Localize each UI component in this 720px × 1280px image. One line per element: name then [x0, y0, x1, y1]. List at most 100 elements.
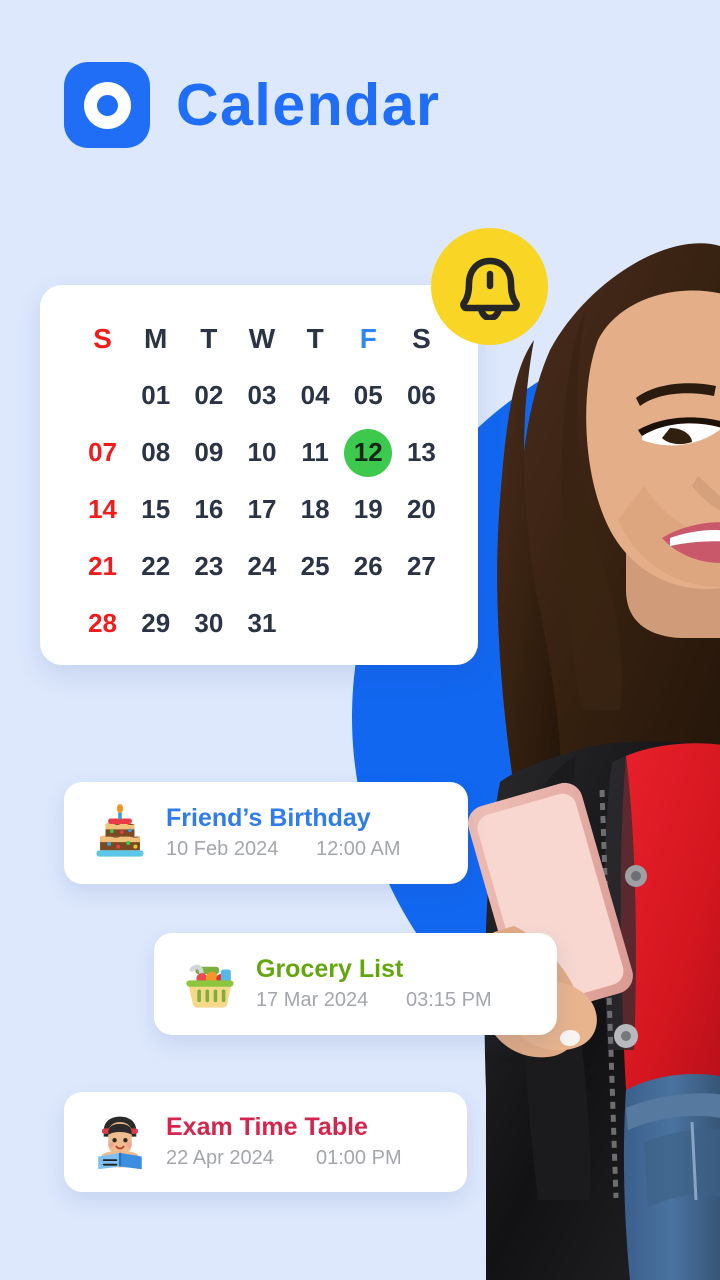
- calendar-day-11[interactable]: 11: [289, 424, 342, 481]
- app-header: Calendar: [64, 62, 440, 148]
- notification-bell-badge[interactable]: [431, 228, 548, 345]
- calendar-day-label: 31: [247, 608, 277, 638]
- calendar-day-14[interactable]: 14: [76, 481, 129, 538]
- calendar-day-30[interactable]: 30: [182, 595, 235, 652]
- event-time: 03:15 PM: [406, 988, 492, 1011]
- calendar-day-03[interactable]: 03: [235, 367, 288, 424]
- event-title: Grocery List: [256, 955, 404, 984]
- calendar-day-label: 02: [194, 380, 224, 410]
- calendar-day-label: 28: [88, 608, 118, 638]
- calendar-day-28[interactable]: 28: [76, 595, 129, 652]
- event-details: Grocery List 17 Mar 2024 03:15 PM: [256, 956, 557, 1011]
- birthday-cake-icon: [74, 804, 166, 862]
- logo-ring-outer: [83, 81, 131, 129]
- event-meta: 22 Apr 2024 01:00 PM: [166, 1147, 451, 1170]
- calendar-day-25[interactable]: 25: [289, 538, 342, 595]
- calendar-day-23[interactable]: 23: [182, 538, 235, 595]
- calendar-day-07[interactable]: 07: [76, 424, 129, 481]
- calendar-day-label: 05: [353, 380, 383, 410]
- event-title: Friend’s Birthday: [166, 804, 371, 833]
- event-date: 10 Feb 2024: [166, 837, 279, 860]
- calendar-day-09[interactable]: 09: [182, 424, 235, 481]
- weekday-header-4: T: [306, 323, 324, 354]
- calendar-day-label: 18: [300, 494, 330, 524]
- calendar-day-label: 04: [300, 380, 330, 410]
- calendar-day-label: 27: [406, 551, 436, 581]
- calendar-day-21[interactable]: 21: [76, 538, 129, 595]
- calendar-day-15[interactable]: 15: [129, 481, 182, 538]
- calendar-day-01[interactable]: 01: [129, 367, 182, 424]
- calendar-day-label: 01: [141, 380, 171, 410]
- calendar-day-04[interactable]: 04: [289, 367, 342, 424]
- event-card-friends-birthday[interactable]: Friend’s Birthday 10 Feb 2024 12:00 AM: [64, 782, 468, 884]
- calendar-day-label: 19: [353, 494, 383, 524]
- calendar-day-label: 11: [301, 437, 329, 467]
- calendar-day-label: 15: [141, 494, 171, 524]
- event-time: 12:00 AM: [316, 837, 401, 860]
- calendar-day-label: 03: [247, 380, 277, 410]
- calendar-blank-cell: [76, 367, 129, 424]
- calendar-day-label: 20: [406, 494, 436, 524]
- event-card-exam-time-table[interactable]: Exam Time Table 22 Apr 2024 01:00 PM: [64, 1092, 467, 1192]
- event-meta: 17 Mar 2024 03:15 PM: [256, 989, 541, 1012]
- ring-logo-icon: [64, 62, 150, 148]
- calendar-day-02[interactable]: 02: [182, 367, 235, 424]
- calendar-day-label: 16: [194, 494, 224, 524]
- calendar-day-label: 12: [344, 428, 393, 477]
- calendar-day-29[interactable]: 29: [129, 595, 182, 652]
- calendar-day-26[interactable]: 26: [342, 538, 395, 595]
- calendar-day-label: 07: [88, 437, 118, 467]
- calendar-day-24[interactable]: 24: [235, 538, 288, 595]
- event-details: Friend’s Birthday 10 Feb 2024 12:00 AM: [166, 805, 468, 860]
- event-date: 17 Mar 2024: [256, 988, 369, 1011]
- calendar-day-20[interactable]: 20: [395, 481, 448, 538]
- weekday-header-1: M: [144, 323, 168, 354]
- event-date: 22 Apr 2024: [166, 1146, 274, 1169]
- page-title: Calendar: [176, 71, 441, 138]
- shopping-basket-icon: [164, 955, 256, 1013]
- weekday-header-5: F: [359, 323, 377, 354]
- calendar-card[interactable]: S M T W T F S 01 02 03 04 05 06 07 08 09 10 11 12 13 14 15 16 1…: [40, 285, 478, 665]
- calendar-day-label: 08: [141, 437, 171, 467]
- event-details: Exam Time Table 22 Apr 2024 01:00 PM: [166, 1114, 467, 1169]
- calendar-day-label: 09: [194, 437, 224, 467]
- weekday-header-3: W: [248, 323, 276, 354]
- calendar-day-label: 22: [141, 551, 171, 581]
- calendar-day-label: 29: [141, 608, 171, 638]
- calendar-day-label: 24: [247, 551, 277, 581]
- calendar-day-label: 26: [353, 551, 383, 581]
- event-card-grocery-list[interactable]: Grocery List 17 Mar 2024 03:15 PM: [154, 933, 557, 1035]
- calendar-day-22[interactable]: 22: [129, 538, 182, 595]
- promo-screen: Calendar S M T W T F S 01 02 03 04 05 06 07 08 09 10 11 12…: [0, 0, 720, 1280]
- calendar-day-13[interactable]: 13: [395, 424, 448, 481]
- calendar-day-label: 06: [406, 380, 436, 410]
- person-reading-icon: [74, 1113, 166, 1171]
- calendar-day-31[interactable]: 31: [235, 595, 288, 652]
- event-meta: 10 Feb 2024 12:00 AM: [166, 838, 452, 861]
- weekday-header-0: S: [93, 323, 112, 354]
- bell-icon: [459, 257, 520, 320]
- calendar-day-10[interactable]: 10: [235, 424, 288, 481]
- event-time: 01:00 PM: [316, 1146, 402, 1169]
- calendar-day-17[interactable]: 17: [235, 481, 288, 538]
- calendar-day-08[interactable]: 08: [129, 424, 182, 481]
- calendar-day-16[interactable]: 16: [182, 481, 235, 538]
- calendar-day-12[interactable]: 12: [342, 424, 395, 481]
- calendar-day-19[interactable]: 19: [342, 481, 395, 538]
- event-title: Exam Time Table: [166, 1113, 368, 1142]
- calendar-day-05[interactable]: 05: [342, 367, 395, 424]
- calendar-day-27[interactable]: 27: [395, 538, 448, 595]
- calendar-day-label: 17: [247, 494, 277, 524]
- calendar-day-label: 10: [247, 437, 277, 467]
- calendar-grid[interactable]: S M T W T F S 01 02 03 04 05 06 07 08 09 10 11 12 13 14 15 16 1…: [76, 311, 448, 652]
- logo-ring-inner: [96, 94, 118, 116]
- calendar-day-label: 23: [194, 551, 224, 581]
- calendar-day-label: 13: [406, 437, 436, 467]
- calendar-day-label: 30: [194, 608, 224, 638]
- calendar-day-label: 21: [88, 551, 118, 581]
- calendar-day-06[interactable]: 06: [395, 367, 448, 424]
- calendar-day-label: 25: [300, 551, 330, 581]
- calendar-day-label: 14: [88, 494, 118, 524]
- weekday-header-6: S: [412, 323, 431, 354]
- calendar-day-18[interactable]: 18: [289, 481, 342, 538]
